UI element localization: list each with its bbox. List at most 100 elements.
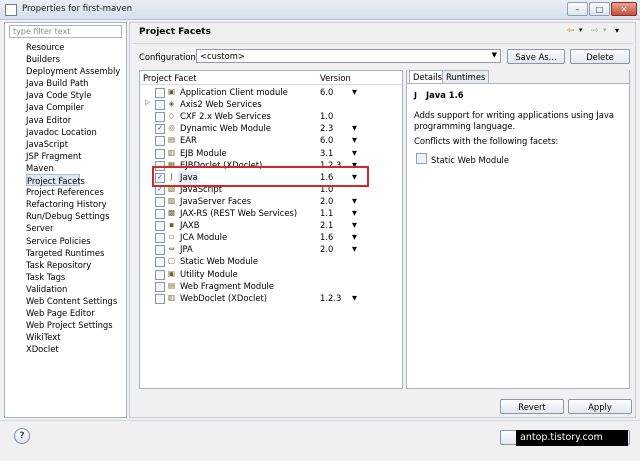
conflicts-label: Conflicts with the following facets: [414,136,559,146]
table-row[interactable]: ▫ JCA Module 1.6 ▼ [140,231,402,244]
nav-item[interactable]: Task Repository [26,259,126,271]
facet-icon: ◎ [168,123,175,133]
nav-item[interactable]: Resource [26,41,126,53]
nav-item[interactable]: Project References [26,186,126,198]
nav-item[interactable]: XDoclet [26,343,126,355]
table-row[interactable]: ▢ Static Web Module [140,255,402,268]
facet-checkbox[interactable] [155,112,165,123]
version-dropdown-icon[interactable]: ▼ [352,231,357,243]
back-dropdown-icon[interactable]: ▾ [579,26,583,34]
nav-item[interactable]: Maven [26,162,126,174]
nav-item[interactable]: Java Build Path [26,77,126,89]
facet-checkbox[interactable] [155,100,165,111]
nav-item[interactable]: Java Compiler [26,101,126,113]
column-header-facet[interactable]: Project Facet [143,73,197,83]
view-menu-icon[interactable]: ▾ [615,26,619,35]
facet-name: Dynamic Web Module [180,123,271,134]
save-as-button[interactable]: Save As... [507,49,565,64]
delete-button[interactable]: Delete [570,49,630,64]
nav-item[interactable]: Java Code Style [26,89,126,101]
facet-checkbox[interactable] [155,293,165,304]
nav-list: Resource Builders Deployment Assembly Java … [26,41,126,355]
nav-item[interactable]: Validation [26,283,126,295]
table-row[interactable]: ▨ JavaServer Faces 2.0 ▼ [140,195,402,207]
nav-item[interactable]: Project Facets [26,174,85,187]
nav-item[interactable]: Builders [26,53,126,65]
facet-checkbox[interactable] [155,221,165,232]
facet-checkbox[interactable] [155,196,165,207]
version-dropdown-icon[interactable]: ▼ [352,292,357,304]
nav-item[interactable]: Refactoring History [26,198,126,210]
table-row[interactable]: ▷ ◈ Axis2 Web Services [140,98,402,111]
expand-icon[interactable]: ▷ [145,98,150,106]
table-row[interactable]: ◇ CXF 2.x Web Services 1.0 [140,110,402,123]
facet-checkbox[interactable] [155,245,165,256]
table-row[interactable]: ▤ Web Fragment Module [140,280,402,292]
help-icon[interactable]: ? [14,428,30,444]
facet-checkbox[interactable] [155,257,165,268]
table-row[interactable]: ▤ EAR 6.0 ▼ [140,134,402,147]
nav-item[interactable]: Task Tags [26,271,126,283]
nav-item[interactable]: Run/Debug Settings [26,210,126,222]
tab-runtimes[interactable]: Runtimes [442,70,490,83]
facet-icon: ▨ [167,195,176,205]
configuration-select[interactable]: <custom> ▼ [196,49,501,63]
apply-button[interactable]: Apply [568,399,632,414]
facet-checkbox[interactable] [155,136,165,147]
nav-item[interactable]: Targeted Runtimes [26,247,126,259]
tab-details[interactable]: Details [409,70,447,83]
version-dropdown-icon[interactable]: ▼ [352,86,357,98]
facet-icon: ◇ [168,111,175,121]
nav-item[interactable]: Service Policies [26,235,126,247]
version-dropdown-icon[interactable]: ▼ [352,243,357,255]
facet-version: 1.2.3 [320,292,342,303]
facet-checkbox[interactable] [155,148,165,159]
version-dropdown-icon[interactable]: ▼ [352,122,357,134]
table-row[interactable]: ✓ ◎ Dynamic Web Module 2.3 ▼ [140,122,402,135]
close-button[interactable]: ✕ [611,2,637,16]
minimize-button[interactable]: – [567,2,588,16]
back-arrow-icon[interactable]: ⇦ [567,26,575,36]
facet-icon: ▩ [167,208,176,217]
facet-checkbox[interactable]: ✓ [155,124,165,135]
version-dropdown-icon[interactable]: ▼ [352,207,357,219]
facet-checkbox[interactable] [155,269,165,280]
table-row[interactable]: ▣ Application Client module 6.0 ▼ [140,86,402,98]
facet-checkbox[interactable] [155,233,165,244]
table-row[interactable]: ▩ JAX-RS (REST Web Services) 1.1 ▼ [140,207,402,219]
nav-item[interactable]: Web Content Settings [26,295,126,307]
table-row[interactable]: ▥ WebDoclet (XDoclet) 1.2.3 ▼ [140,292,402,304]
facet-checkbox[interactable] [155,281,165,292]
table-row[interactable]: ▥ EJB Module 3.1 ▼ [140,147,402,159]
facet-name: Static Web Module [180,256,258,267]
nav-item[interactable]: Server [26,222,126,234]
table-row[interactable]: ▪ JAXB 2.1 ▼ [140,219,402,232]
maximize-button[interactable]: □ [589,2,610,16]
table-row[interactable]: ⇔ JPA 2.0 ▼ [140,243,402,256]
facet-name: JavaServer Faces [180,195,252,206]
configuration-label: Configuration: [139,52,199,62]
conflict-item-label: Static Web Module [431,155,509,165]
facet-checkbox[interactable] [155,88,165,98]
nav-item[interactable]: JavaScript [26,138,126,150]
nav-item[interactable]: JSP Fragment [26,150,126,162]
details-title-text: Java 1.6 [426,90,464,100]
forward-dropdown-icon[interactable]: ▾ [603,26,607,34]
nav-item[interactable]: Deployment Assembly [26,65,126,77]
version-dropdown-icon[interactable]: ▼ [352,134,357,146]
forward-arrow-icon[interactable]: ⇨ [591,26,599,36]
column-header-version[interactable]: Version [320,73,351,83]
table-row[interactable]: ▣ Utility Module [140,268,402,280]
nav-item[interactable]: Javadoc Location [26,126,126,138]
facet-checkbox[interactable] [155,209,165,219]
revert-button[interactable]: Revert [500,399,564,414]
nav-item[interactable]: WikiText [26,331,126,343]
version-dropdown-icon[interactable]: ▼ [352,195,357,207]
version-dropdown-icon[interactable]: ▼ [352,147,357,159]
facet-version: 1.1 [320,208,334,218]
version-dropdown-icon[interactable]: ▼ [352,219,357,231]
nav-item[interactable]: Java Editor [26,114,126,126]
filter-input[interactable]: type filter text [9,25,122,38]
nav-item[interactable]: Web Page Editor [26,307,126,319]
nav-item[interactable]: Web Project Settings [26,319,126,331]
